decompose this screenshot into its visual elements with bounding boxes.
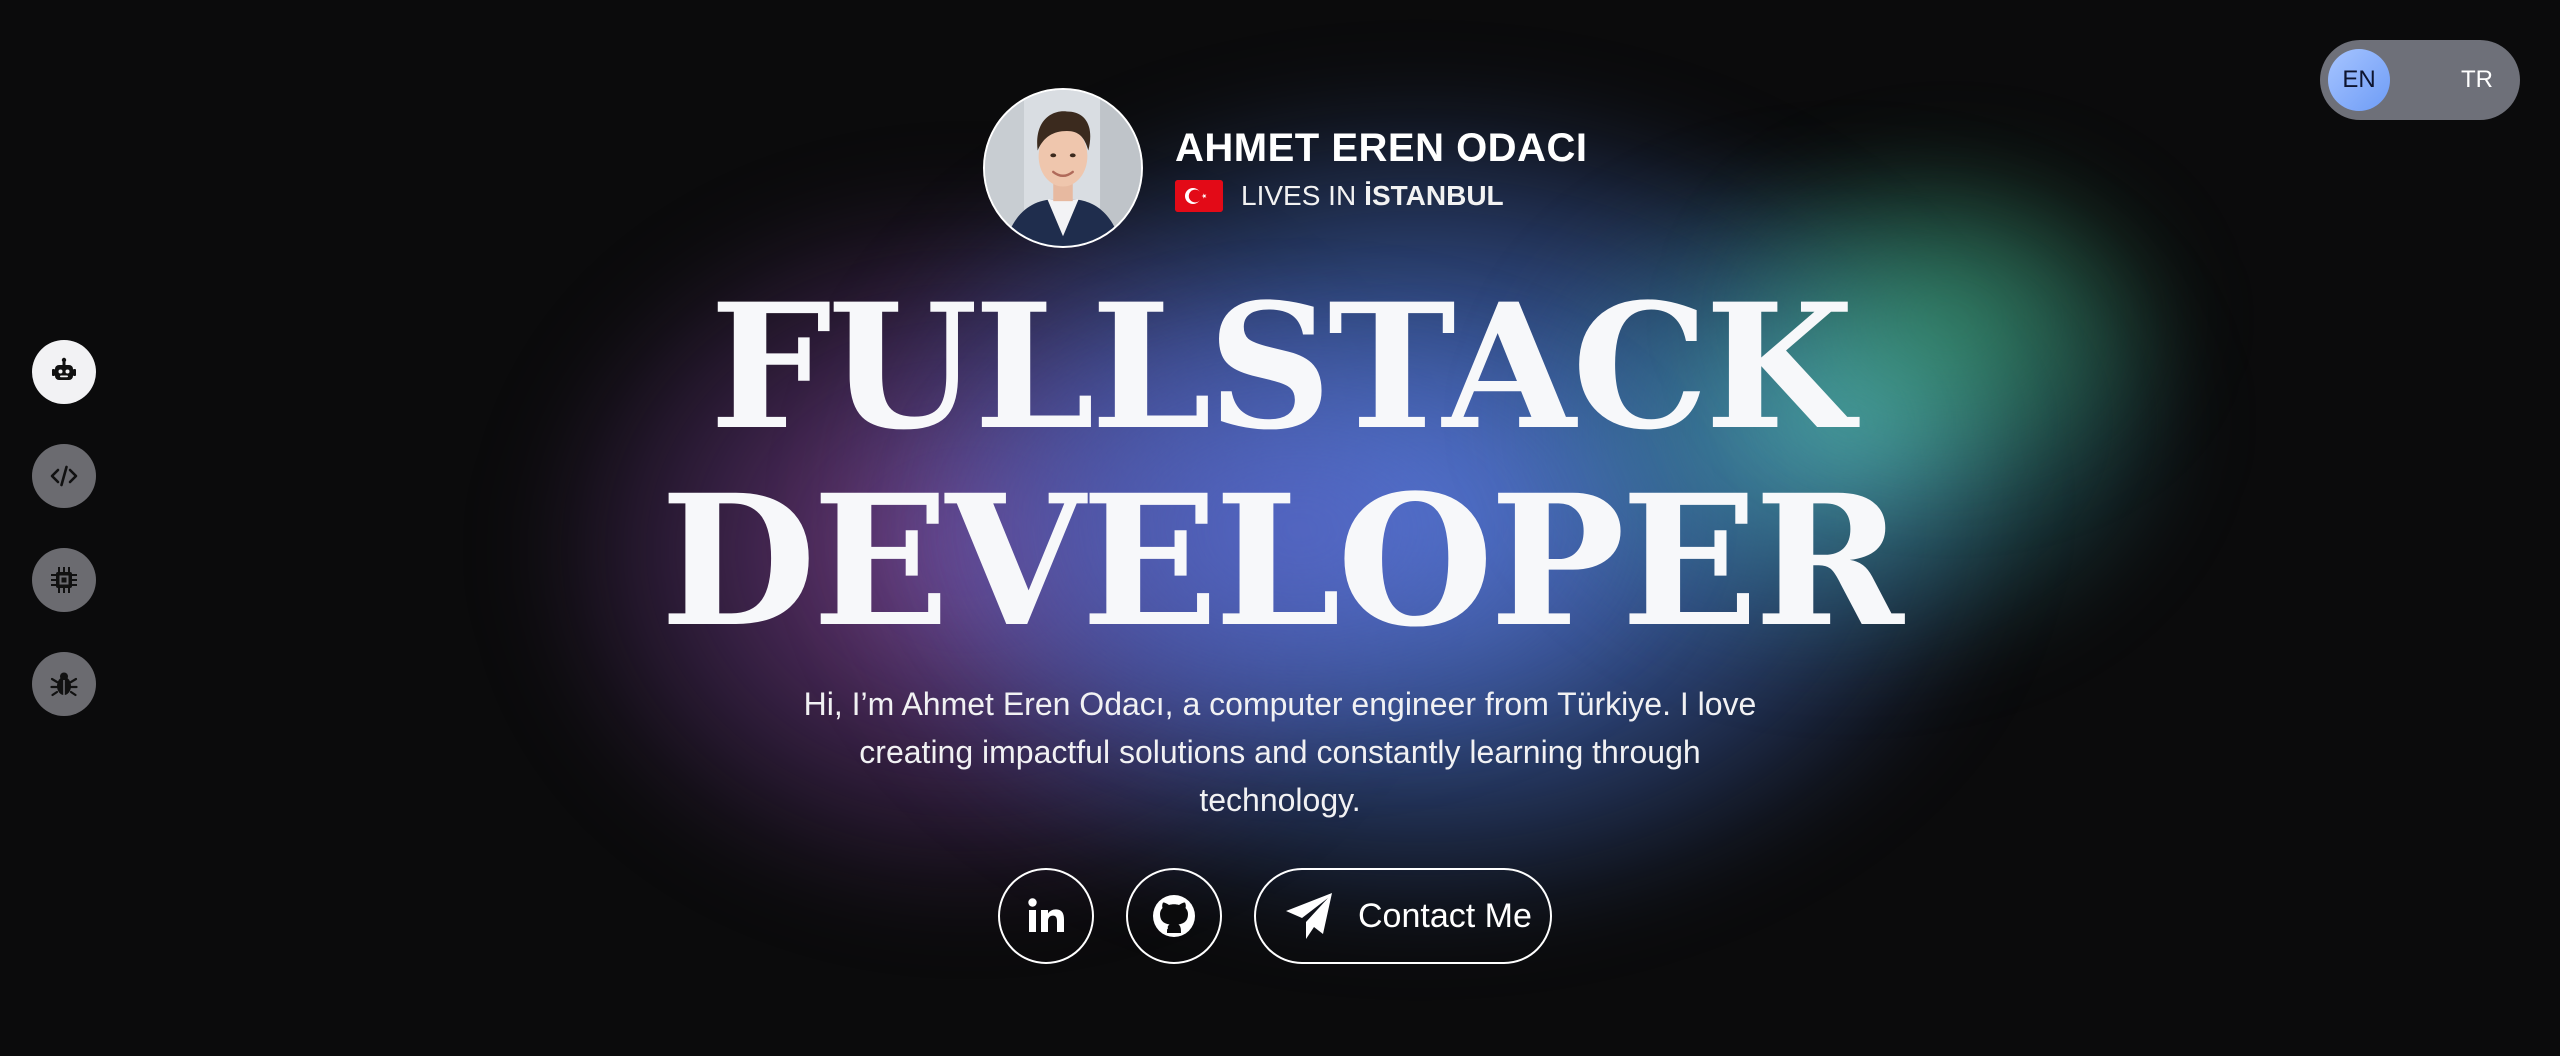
location-city: İSTANBUL xyxy=(1364,180,1504,211)
lives-prefix: LIVES IN xyxy=(1241,180,1357,211)
location-line: LIVES IN İSTANBUL xyxy=(1175,180,1587,212)
hero-intro: Hi, I’m Ahmet Eren Odacı, a computer eng… xyxy=(803,686,1757,818)
avatar xyxy=(983,88,1143,248)
lang-option-en[interactable]: EN xyxy=(2328,49,2390,111)
linkedin-icon xyxy=(1028,898,1064,932)
profile-header: AHMET EREN ODACI LIVES IN İSTANBUL xyxy=(983,88,1587,248)
contact-me-button[interactable]: Contact Me xyxy=(1254,868,1552,964)
github-icon xyxy=(1153,895,1195,937)
paper-plane-icon xyxy=(1286,893,1332,939)
contact-me-label: Contact Me xyxy=(1358,896,1532,935)
page: EN TR AHMET EREN ODACI LIVES IN İSTANBUL… xyxy=(0,0,2560,1056)
lang-option-tr[interactable]: TR xyxy=(2446,49,2508,111)
hero-actions: Contact Me xyxy=(998,868,1552,964)
profile-name: AHMET EREN ODACI xyxy=(1175,126,1588,170)
profile-text: AHMET EREN ODACI LIVES IN İSTANBUL xyxy=(1175,124,1587,212)
language-toggle[interactable]: EN TR xyxy=(2320,40,2520,120)
linkedin-button[interactable] xyxy=(998,868,1094,964)
turkey-flag-icon xyxy=(1175,180,1223,212)
bug-icon xyxy=(50,672,78,697)
hero-title-line1: FULLSTACK xyxy=(709,265,1855,468)
github-button[interactable] xyxy=(1126,868,1222,964)
hero-title-line2: DEVELOPER xyxy=(660,456,1904,667)
